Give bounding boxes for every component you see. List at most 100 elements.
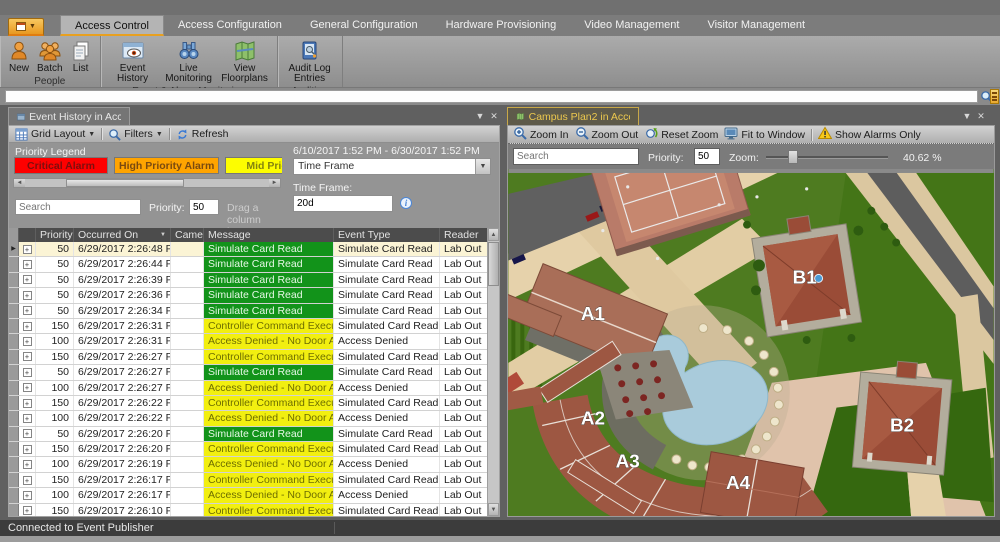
expand-cell[interactable]: + <box>19 334 36 348</box>
expand-plus-icon[interactable]: + <box>23 291 32 300</box>
scroll-left-arrow-icon[interactable]: ◄ <box>14 179 25 187</box>
list-button[interactable]: List <box>66 38 96 75</box>
legend-mid-priorit-button[interactable]: Mid Priorit <box>225 157 282 174</box>
ribbon-tab-access-configuration[interactable]: Access Configuration <box>164 15 296 36</box>
table-row[interactable]: +506/29/2017 2:26:34 PMSimulate Card Rea… <box>9 304 499 319</box>
audit-log-entries-button[interactable]: Audit Log Entries <box>282 38 338 85</box>
expand-plus-icon[interactable]: + <box>23 337 32 346</box>
table-row[interactable]: +1006/29/2017 2:26:31 PMAccess Denied - … <box>9 334 499 349</box>
view-floorplans-button[interactable]: View Floorplans <box>217 38 273 85</box>
scroll-up-arrow-icon[interactable]: ▲ <box>488 228 499 241</box>
zoom-slider[interactable] <box>766 156 888 158</box>
column-header-camera[interactable]: Camera <box>171 228 204 242</box>
reset-zoom-button[interactable]: Reset Zoom <box>644 126 718 143</box>
scroll-right-arrow-icon[interactable]: ► <box>269 179 280 187</box>
show-alarms-only-button[interactable]: Show Alarms Only <box>818 126 921 143</box>
column-header-occurred-on[interactable]: Occurred On▼ <box>74 228 171 242</box>
expand-plus-icon[interactable]: + <box>23 352 32 361</box>
expand-cell[interactable]: + <box>19 319 36 333</box>
table-row[interactable]: +1506/29/2017 2:26:17 PMController Comma… <box>9 473 499 488</box>
scroll-down-arrow-icon[interactable]: ▼ <box>488 503 499 516</box>
legend-critical-alarm-button[interactable]: Critical Alarm <box>14 157 108 174</box>
column-header-priority[interactable]: Priority <box>36 228 74 242</box>
map-search-input[interactable] <box>513 148 639 165</box>
map-priority-input[interactable] <box>694 148 720 165</box>
expand-plus-icon[interactable]: + <box>23 445 32 454</box>
expand-plus-icon[interactable]: + <box>23 476 32 485</box>
table-row[interactable]: +506/29/2017 2:26:39 PMSimulate Card Rea… <box>9 273 499 288</box>
expand-plus-icon[interactable]: + <box>23 383 32 392</box>
table-row[interactable]: +1006/29/2017 2:26:27 PMAccess Denied - … <box>9 381 499 396</box>
expand-cell[interactable]: + <box>19 396 36 410</box>
expand-plus-icon[interactable]: + <box>23 429 32 438</box>
expand-cell[interactable]: + <box>19 273 36 287</box>
column-header-event-type[interactable]: Event Type <box>334 228 440 242</box>
tab-event-history[interactable]: Event History in AccessXpert <box>8 107 130 125</box>
event-history-button[interactable]: Event History <box>105 38 161 85</box>
expand-cell[interactable]: + <box>19 457 36 471</box>
event-search-input[interactable] <box>15 199 141 215</box>
expand-plus-icon[interactable]: + <box>23 399 32 408</box>
ribbon-tab-hardware-provisioning[interactable]: Hardware Provisioning <box>432 15 571 36</box>
panel-close-button[interactable]: ✕ <box>975 111 987 122</box>
ribbon-tab-visitor-management[interactable]: Visitor Management <box>693 15 819 36</box>
zoom-in-button[interactable]: Zoom In <box>513 126 569 143</box>
expand-plus-icon[interactable]: + <box>23 275 32 284</box>
panel-collapse-button[interactable]: ▼ <box>961 111 973 121</box>
table-row[interactable]: +1506/29/2017 2:26:31 PMController Comma… <box>9 319 499 334</box>
table-row[interactable]: +1506/29/2017 2:26:22 PMController Comma… <box>9 396 499 411</box>
refresh-button[interactable]: Refresh <box>174 128 231 141</box>
expand-plus-icon[interactable]: + <box>23 245 32 254</box>
scrollbar-thumb[interactable] <box>488 242 499 286</box>
time-frame-dropdown[interactable]: Time Frame ▼ <box>293 158 491 175</box>
expand-plus-icon[interactable]: + <box>23 491 32 500</box>
expand-plus-icon[interactable]: + <box>23 368 32 377</box>
expand-cell[interactable]: + <box>19 381 36 395</box>
table-row[interactable]: ▶+506/29/2017 2:26:48 PMSimulate Card Re… <box>9 242 499 257</box>
campus-map[interactable]: A1 B1 A2 A3 A4 B2 <box>508 169 994 516</box>
expand-cell[interactable]: + <box>19 504 36 516</box>
batch-button[interactable]: Batch <box>34 38 66 75</box>
zoom-slider-thumb[interactable] <box>788 150 798 164</box>
application-menu-button[interactable]: ▼ <box>8 18 44 36</box>
time-frame-input[interactable] <box>293 195 393 212</box>
new-button[interactable]: New <box>4 38 34 75</box>
expand-cell[interactable]: + <box>19 350 36 364</box>
table-row[interactable]: +1006/29/2017 2:26:17 PMAccess Denied - … <box>9 488 499 503</box>
grid-layout-button[interactable]: Grid Layout▼ <box>13 128 97 141</box>
ribbon-tab-video-management[interactable]: Video Management <box>570 15 693 36</box>
expand-cell[interactable]: + <box>19 427 36 441</box>
live-monitoring-button[interactable]: Live Monitoring <box>161 38 217 85</box>
expand-plus-icon[interactable]: + <box>23 460 32 469</box>
expand-cell[interactable]: + <box>19 488 36 502</box>
table-row[interactable]: +1006/29/2017 2:26:19 PMAccess Denied - … <box>9 457 499 472</box>
table-row[interactable]: +506/29/2017 2:26:20 PMSimulate Card Rea… <box>9 427 499 442</box>
expand-cell[interactable]: + <box>19 473 36 487</box>
legend-scrollbar[interactable]: ◄ ► <box>13 178 281 188</box>
expand-cell[interactable]: + <box>19 257 36 271</box>
expand-plus-icon[interactable]: + <box>23 306 32 315</box>
table-row[interactable]: +1506/29/2017 2:26:20 PMController Comma… <box>9 442 499 457</box>
expand-plus-icon[interactable]: + <box>23 260 32 269</box>
fit-to-window-button[interactable]: Fit to Window <box>724 126 805 143</box>
table-row[interactable]: +1506/29/2017 2:26:10 PMController Comma… <box>9 504 499 516</box>
filters-button[interactable]: Filters▼ <box>106 128 165 141</box>
expand-plus-icon[interactable]: + <box>23 322 32 331</box>
ribbon-tab-general-configuration[interactable]: General Configuration <box>296 15 432 36</box>
expand-cell[interactable]: + <box>19 288 36 302</box>
table-row[interactable]: +506/29/2017 2:26:27 PMSimulate Card Rea… <box>9 365 499 380</box>
table-row[interactable]: +506/29/2017 2:26:36 PMSimulate Card Rea… <box>9 288 499 303</box>
table-row[interactable]: +506/29/2017 2:26:44 PMSimulate Card Rea… <box>9 257 499 272</box>
ribbon-tab-access-control[interactable]: Access Control <box>60 15 164 36</box>
table-row[interactable]: +1006/29/2017 2:26:22 PMAccess Denied - … <box>9 411 499 426</box>
priority-input[interactable] <box>189 199 219 215</box>
table-row[interactable]: +1506/29/2017 2:26:27 PMController Comma… <box>9 350 499 365</box>
chevron-down-icon[interactable]: ▼ <box>475 159 490 174</box>
tab-campus-plan[interactable]: Campus Plan2 in AccessXpert <box>507 107 639 125</box>
table-scrollbar[interactable]: ▲ ▼ <box>487 228 499 516</box>
expand-cell[interactable]: + <box>19 242 36 256</box>
zoom-out-button[interactable]: Zoom Out <box>575 126 639 143</box>
legend-high-priority-alarm-button[interactable]: High Priority Alarm <box>114 157 219 174</box>
expand-cell[interactable]: + <box>19 365 36 379</box>
column-header-reader[interactable]: Reader <box>440 228 489 242</box>
